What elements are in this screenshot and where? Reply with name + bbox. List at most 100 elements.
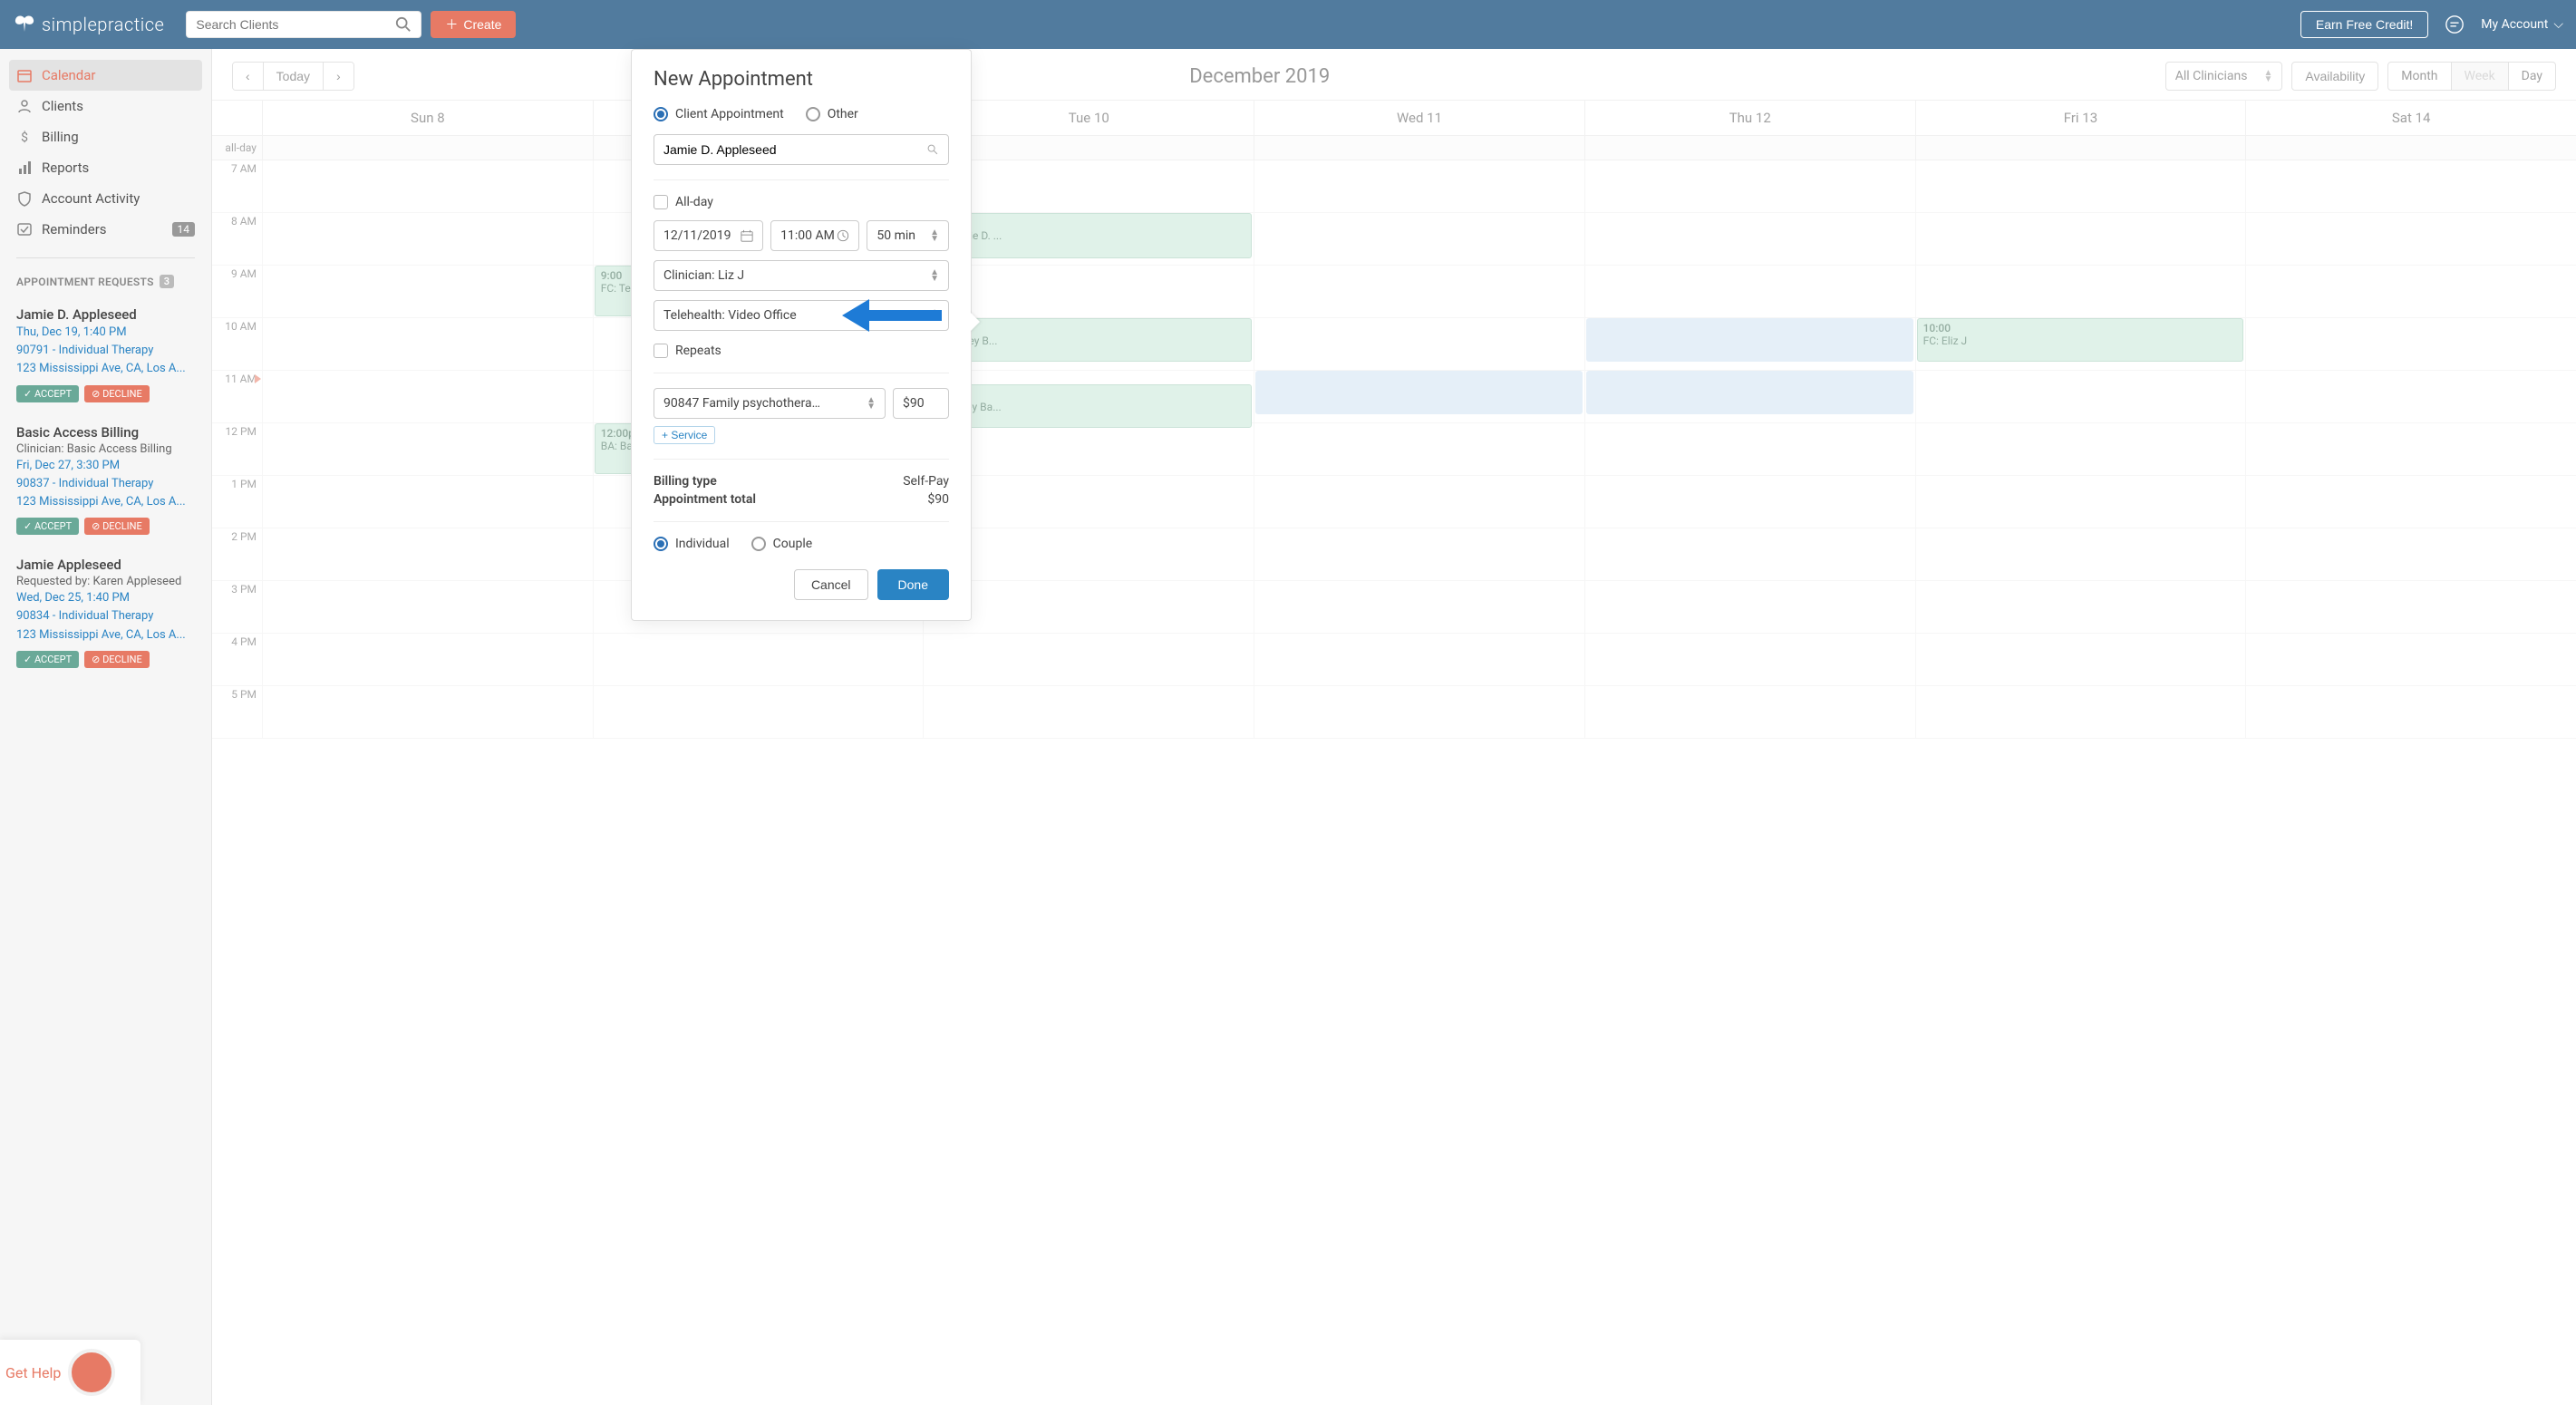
create-label: Create <box>463 17 501 32</box>
modal-actions: Cancel Done <box>654 569 949 600</box>
request-address[interactable]: 123 Mississippi Ave, CA, Los A... <box>16 494 195 510</box>
request-datetime[interactable]: Fri, Dec 27, 3:30 PM <box>16 458 195 474</box>
duration-input[interactable]: 50 min▲▼ <box>867 220 949 251</box>
radio-client-appointment[interactable]: Client Appointment <box>654 107 784 121</box>
nav-item-reminders[interactable]: Reminders14 <box>0 214 211 245</box>
radio-couple[interactable]: Couple <box>751 537 813 551</box>
modal-pointer <box>969 311 980 333</box>
request-name[interactable]: Jamie Appleseed <box>16 557 195 573</box>
section-title: APPOINTMENT REQUESTS <box>16 276 154 288</box>
checkbox-icon <box>654 344 668 358</box>
radio-unchecked-icon <box>806 107 820 121</box>
appointment-request-card: Basic Access BillingClinician: Basic Acc… <box>0 417 211 550</box>
request-subtitle: Clinician: Basic Access Billing <box>16 442 195 456</box>
create-button[interactable]: ＋ Create <box>431 11 516 38</box>
decline-button[interactable]: ⊘ DECLINE <box>84 651 150 668</box>
earn-credit-button[interactable]: Earn Free Credit! <box>2300 11 2428 38</box>
accept-button[interactable]: ✓ ACCEPT <box>16 385 79 402</box>
price-input[interactable]: $90 <box>893 388 949 419</box>
checkbox-icon <box>654 195 668 209</box>
account-dropdown[interactable]: My Account ⌵ <box>2481 17 2563 32</box>
accept-button[interactable]: ✓ ACCEPT <box>16 651 79 668</box>
appointment-request-card: Jamie Appleseed Requested by: Karen Apple… <box>0 549 211 683</box>
decline-button[interactable]: ⊘ DECLINE <box>84 518 150 535</box>
appointment-type-radio: Client Appointment Other <box>654 107 949 121</box>
svg-text:$: $ <box>21 130 28 145</box>
accept-button[interactable]: ✓ ACCEPT <box>16 518 79 535</box>
calendar-icon <box>16 67 33 83</box>
get-help-button[interactable]: Get Help <box>0 1340 140 1405</box>
appointment-request-card: Jamie D. Appleseed Thu, Dec 19, 1:40 PM 90… <box>0 299 211 417</box>
chevron-down-icon: ⌵ <box>2553 17 2563 32</box>
request-service[interactable]: 90834 - Individual Therapy <box>16 608 195 625</box>
nav-label: Billing <box>42 129 79 145</box>
nav-item-clients[interactable]: Clients <box>0 91 211 121</box>
search-icon <box>926 143 939 156</box>
sidebar: Calendar Clients $ Billing Reports Account Ac… <box>0 49 212 1405</box>
chat-icon[interactable] <box>2445 15 2465 34</box>
service-select[interactable]: 90847 Family psychotherapy, conj▲▼ <box>654 388 886 419</box>
datetime-row: 12/11/2019 11:00 AM 50 min▲▼ <box>654 220 949 251</box>
client-search-field[interactable] <box>654 134 949 165</box>
updown-icon: ▲▼ <box>930 269 939 282</box>
appointment-requests-header: APPOINTMENT REQUESTS 3 <box>0 271 211 299</box>
request-datetime[interactable]: Thu, Dec 19, 1:40 PM <box>16 325 195 341</box>
updown-icon: ▲▼ <box>867 397 876 410</box>
brand-text: simplepractice <box>42 14 164 35</box>
shield-icon <box>16 190 33 207</box>
help-bubble-icon <box>68 1349 115 1396</box>
brand-logo[interactable]: simplepractice <box>13 14 164 35</box>
plus-icon: ＋ <box>445 15 458 34</box>
nav-item-reports[interactable]: Reports <box>0 152 211 183</box>
radio-other[interactable]: Other <box>806 107 858 121</box>
appointment-total-row: Appointment total$90 <box>654 492 949 507</box>
location-select[interactable]: Telehealth: Video Office▲▼ <box>654 300 949 331</box>
nav-badge: 14 <box>172 222 196 237</box>
add-service-button[interactable]: + Service <box>654 426 715 444</box>
request-name[interactable]: Jamie D. Appleseed <box>16 306 195 323</box>
check-icon <box>16 221 33 237</box>
repeats-checkbox[interactable]: Repeats <box>654 344 949 358</box>
done-button[interactable]: Done <box>877 569 949 600</box>
person-icon <box>16 98 33 114</box>
search-icon <box>395 16 412 33</box>
request-service[interactable]: 90837 - Individual Therapy <box>16 476 195 492</box>
help-label: Get Help <box>5 1364 61 1381</box>
radio-unchecked-icon <box>751 537 766 551</box>
nav-item-calendar[interactable]: Calendar <box>9 60 202 91</box>
request-name[interactable]: Basic Access Billing <box>16 424 195 441</box>
decline-button[interactable]: ⊘ DECLINE <box>84 385 150 402</box>
calendar-icon <box>741 229 753 242</box>
updown-icon: ▲▼ <box>930 309 939 322</box>
dollar-icon: $ <box>16 129 33 145</box>
topbar-right: Earn Free Credit! My Account ⌵ <box>2300 11 2563 38</box>
request-service[interactable]: 90791 - Individual Therapy <box>16 343 195 359</box>
search-input[interactable] <box>196 17 395 32</box>
client-search[interactable] <box>186 11 421 38</box>
radio-checked-icon <box>654 537 668 551</box>
time-input[interactable]: 11:00 AM <box>770 220 859 251</box>
butterfly-icon <box>13 15 36 34</box>
divider <box>16 257 195 258</box>
bars-icon <box>16 160 33 176</box>
request-address[interactable]: 123 Mississippi Ave, CA, Los A... <box>16 361 195 377</box>
account-label: My Account <box>2481 17 2548 32</box>
nav-item-billing[interactable]: $ Billing <box>0 121 211 152</box>
request-subtitle: Requested by: Karen Appleseed <box>16 575 195 588</box>
clinician-select[interactable]: Clinician: Liz J▲▼ <box>654 260 949 291</box>
session-type-radio: Individual Couple <box>654 537 949 551</box>
cancel-button[interactable]: Cancel <box>794 569 868 600</box>
nav-item-account-activity[interactable]: Account Activity <box>0 183 211 214</box>
modal-overlay: New Appointment Client Appointment Other… <box>212 49 2576 1405</box>
radio-checked-icon <box>654 107 668 121</box>
allday-checkbox[interactable]: All-day <box>654 195 949 209</box>
radio-individual[interactable]: Individual <box>654 537 730 551</box>
request-datetime[interactable]: Wed, Dec 25, 1:40 PM <box>16 590 195 606</box>
request-address[interactable]: 123 Mississippi Ave, CA, Los A... <box>16 627 195 644</box>
clock-icon <box>837 229 849 242</box>
date-input[interactable]: 12/11/2019 <box>654 220 763 251</box>
client-name-input[interactable] <box>663 142 926 157</box>
new-appointment-modal: New Appointment Client Appointment Other… <box>631 49 972 621</box>
nav-label: Account Activity <box>42 190 140 207</box>
nav-label: Calendar <box>42 67 96 83</box>
